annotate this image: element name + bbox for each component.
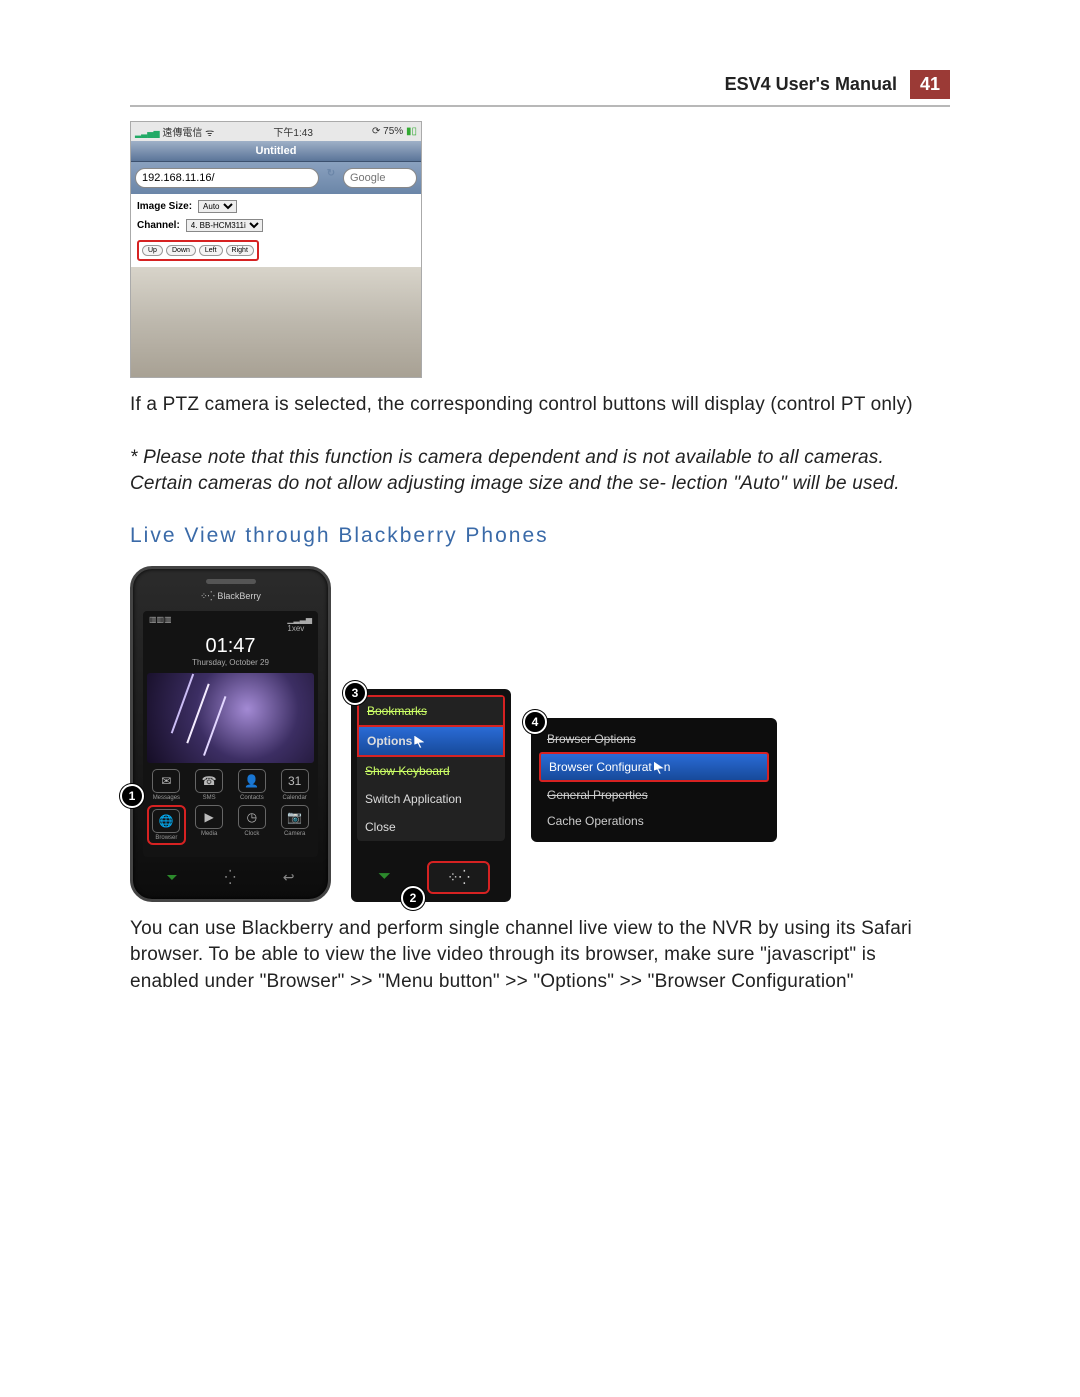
blackberry-phone-screenshot: ⁘⁛ BlackBerry ▥▥▥ ▁▂▃▅1xev 01:47 Thursda… [130, 566, 331, 902]
menu-key-icon[interactable]: ⁛ [225, 869, 236, 886]
bb-nav-keys: ⏷ ⁛ ↩ [143, 865, 318, 891]
media-icon: ▶ [195, 805, 223, 829]
paragraph-ptz: If a PTZ camera is selected, the corresp… [130, 392, 950, 419]
camera-live-view [131, 267, 421, 377]
bb-app-grid: ✉Messages ☎SMS 👤Contacts 31Calendar 🌐Bro… [143, 763, 318, 847]
section-heading-blackberry: Live View through Blackberry Phones [130, 524, 950, 548]
app-media[interactable]: ▶Media [190, 805, 229, 845]
menu-key-highlight[interactable]: ⁘⁛ [427, 861, 490, 894]
blackberry-screenshots-row: ⁘⁛ BlackBerry ▥▥▥ ▁▂▃▅1xev 01:47 Thursda… [130, 566, 950, 902]
camera-controls: Image Size: Auto Channel: 4. BB-HCM311i … [131, 194, 421, 267]
back-key-icon[interactable]: ↩ [283, 869, 295, 886]
search-input[interactable] [343, 168, 417, 188]
menu-show-keyboard[interactable]: Show Keyboard [357, 757, 505, 785]
menu-bookmarks[interactable]: Bookmarks [357, 695, 505, 725]
app-messages[interactable]: ✉Messages [147, 769, 186, 801]
bb-status-bar: ▥▥▥ ▁▂▃▅1xev [143, 611, 318, 637]
opt-browser-options[interactable]: Browser Options [539, 726, 769, 752]
ptz-right-button[interactable]: Right [226, 245, 254, 256]
ptz-left-button[interactable]: Left [199, 245, 223, 256]
iphone-screenshot: ▂▃▅▆ 遠傳電信 ᯤ 下午1:43 ⟳ 75% ▮▯ Untitled ↻ I… [130, 121, 422, 378]
blackberry-logo: ⁘⁛ BlackBerry [133, 591, 328, 602]
phone-icon: ☎ [195, 769, 223, 793]
paragraph-note: * Please note that this function is came… [130, 445, 950, 498]
earpiece-icon [206, 579, 256, 584]
ptz-controls-highlight: Up Down Left Right [137, 240, 259, 261]
blackberry-menu-screenshot: 3 Bookmarks Options Show Keyboard Switch… [351, 689, 511, 902]
clock-label: 下午1:43 [273, 124, 312, 139]
app-calendar[interactable]: 31Calendar [275, 769, 314, 801]
clock-icon: ◷ [238, 805, 266, 829]
callout-2: 2 [401, 886, 425, 910]
reload-icon[interactable]: ↻ [323, 168, 339, 188]
battery-icon: ▮▯ [406, 126, 417, 137]
app-contacts[interactable]: 👤Contacts [233, 769, 272, 801]
image-size-select[interactable]: Auto [198, 200, 237, 213]
ptz-up-button[interactable]: Up [142, 245, 163, 256]
app-clock[interactable]: ◷Clock [233, 805, 272, 845]
wifi-icon: ᯤ [205, 128, 214, 139]
call-key-icon[interactable]: ⏷ [372, 862, 397, 892]
menu-switch-application[interactable]: Switch Application [357, 785, 505, 813]
channel-select[interactable]: 4. BB-HCM311i [186, 219, 263, 232]
url-input[interactable] [135, 168, 319, 188]
bb-wallpaper [147, 673, 314, 763]
cursor-icon [654, 762, 664, 774]
callout-4: 4 [523, 710, 547, 734]
page-number: 41 [910, 70, 950, 99]
app-camera[interactable]: 📷Camera [275, 805, 314, 845]
call-key-icon[interactable]: ⏷ [166, 869, 177, 886]
browser-address-bar: ↻ [131, 162, 421, 194]
menu-options-highlight[interactable]: Options [357, 725, 505, 757]
channel-label: Channel: [137, 220, 180, 231]
manual-title: ESV4 User's Manual [725, 74, 897, 94]
opt-browser-configuration-highlight[interactable]: Browser Configuratn [539, 752, 769, 782]
callout-1: 1 [120, 784, 144, 808]
browser-icon: 🌐 [152, 809, 180, 833]
app-browser-highlight[interactable]: 🌐Browser [147, 805, 186, 845]
refresh-icon: ⟳ [372, 126, 380, 137]
paragraph-blackberry: You can use Blackberry and perform singl… [130, 916, 950, 996]
browser-tab-title: Untitled [131, 141, 421, 162]
signal-icon: ▂▃▅▆ [135, 129, 160, 138]
menu-close[interactable]: Close [357, 813, 505, 841]
ptz-down-button[interactable]: Down [166, 245, 196, 256]
camera-icon: 📷 [281, 805, 309, 829]
bb-date: Thursday, October 29 [143, 658, 318, 667]
bb-battery-icon: ▥▥▥ [149, 615, 172, 633]
document-page: ESV4 User's Manual 41 ▂▃▅▆ 遠傳電信 ᯤ 下午1:43… [130, 0, 950, 1210]
app-sms[interactable]: ☎SMS [190, 769, 229, 801]
page-header: ESV4 User's Manual 41 [130, 70, 950, 99]
envelope-icon: ✉ [152, 769, 180, 793]
header-divider [130, 105, 950, 107]
calendar-icon: 31 [281, 769, 309, 793]
callout-3: 3 [343, 681, 367, 705]
carrier-label: 遠傳電信 [162, 128, 202, 139]
bb-signal-icon: ▁▂▃▅1xev [287, 615, 312, 633]
iphone-status-bar: ▂▃▅▆ 遠傳電信 ᯤ 下午1:43 ⟳ 75% ▮▯ [131, 122, 421, 141]
opt-general-properties[interactable]: General Properties [539, 782, 769, 808]
contacts-icon: 👤 [238, 769, 266, 793]
blackberry-options-screenshot: 4 Browser Options Browser Configuratn Ge… [531, 718, 777, 842]
image-size-label: Image Size: [137, 201, 192, 212]
cursor-icon [414, 736, 424, 748]
bb-clock: 01:47 [143, 635, 318, 658]
opt-cache-operations[interactable]: Cache Operations [539, 808, 769, 834]
battery-label: 75% [383, 126, 403, 137]
